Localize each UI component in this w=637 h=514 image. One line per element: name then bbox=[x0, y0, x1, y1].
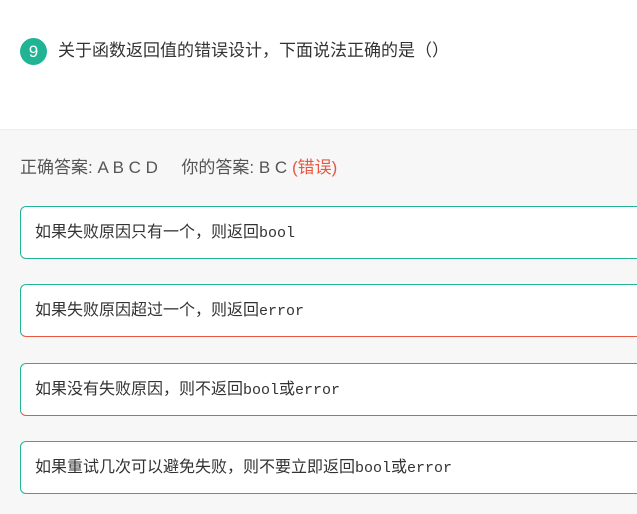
option-text: 如果重试几次可以避免失败，则不要立即返回 bbox=[35, 459, 356, 476]
option-text-joiner: 或 bbox=[279, 381, 296, 398]
question-title: 关于函数返回值的错误设计，下面说法正确的是（） bbox=[58, 41, 449, 60]
option-code: error bbox=[295, 382, 341, 399]
your-answer-label: 你的答案: bbox=[181, 158, 255, 177]
option-text: 如果没有失败原因，则不返回 bbox=[35, 381, 244, 398]
option-text-joiner: 或 bbox=[391, 459, 408, 476]
option-text: 如果失败原因只有一个，则返回 bbox=[35, 224, 260, 241]
option-code: bool bbox=[259, 225, 296, 242]
option-text: 如果失败原因超过一个，则返回 bbox=[35, 302, 260, 319]
option-code: error bbox=[407, 460, 453, 477]
option-a[interactable]: 如果失败原因只有一个，则返回bool bbox=[20, 206, 637, 259]
option-b[interactable]: 如果失败原因超过一个，则返回error bbox=[20, 284, 637, 337]
option-code: error bbox=[259, 303, 305, 320]
correct-answer-label: 正确答案: bbox=[20, 158, 93, 177]
your-answer-value: B C bbox=[258, 158, 288, 177]
option-code: bool bbox=[355, 460, 392, 477]
correct-answer-value: A B C D bbox=[97, 158, 158, 177]
answer-status: (错误) bbox=[291, 158, 338, 177]
question-number-badge: 9 bbox=[20, 38, 47, 65]
option-code: bool bbox=[243, 382, 280, 399]
question-header: 9 关于函数返回值的错误设计，下面说法正确的是（） bbox=[0, 0, 637, 129]
option-d[interactable]: 如果重试几次可以避免失败，则不要立即返回bool或error bbox=[20, 441, 637, 494]
option-c[interactable]: 如果没有失败原因，则不返回bool或error bbox=[20, 363, 637, 416]
answer-summary: 正确答案: A B C D 你的答案: B C (错误) bbox=[20, 157, 337, 179]
